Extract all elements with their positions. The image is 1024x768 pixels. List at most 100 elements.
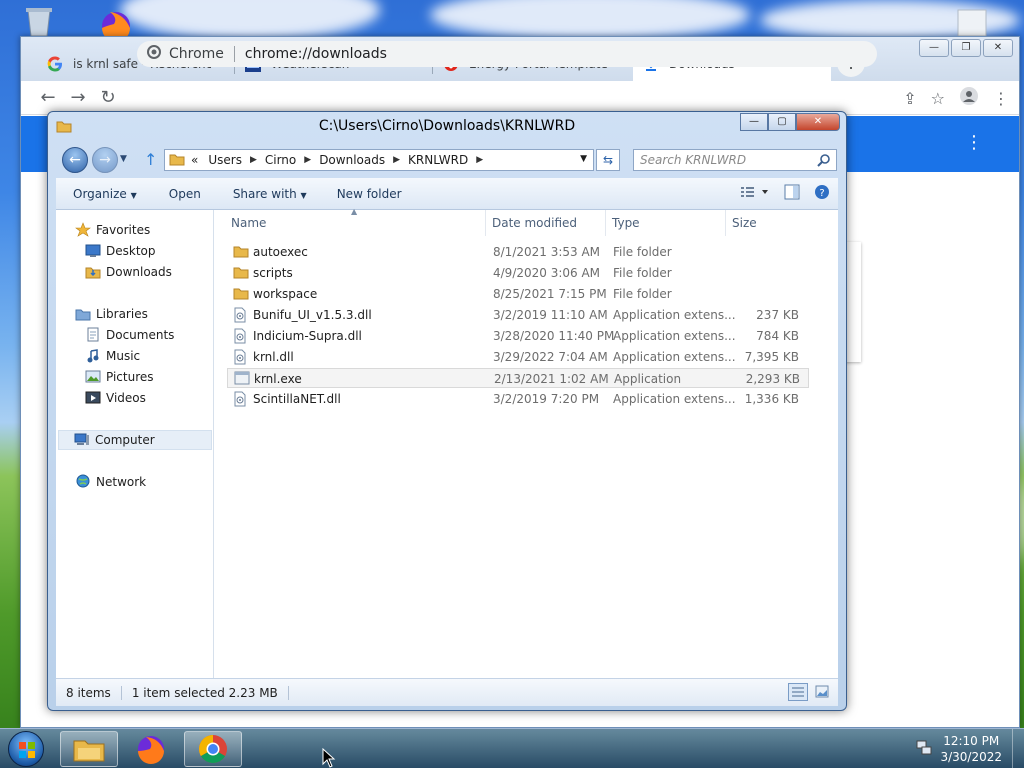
status-view-buttons — [788, 683, 832, 704]
nav-network[interactable]: Network — [74, 472, 146, 492]
taskbar-chrome[interactable] — [184, 731, 242, 767]
column-header-date[interactable]: Date modified — [486, 210, 606, 236]
taskbar-explorer[interactable] — [60, 731, 118, 767]
nav-downloads[interactable]: Downloads — [84, 262, 172, 282]
breadcrumb-downloads[interactable]: Downloads — [319, 153, 385, 167]
address-bar[interactable]: Chrome chrome://downloads — [137, 41, 877, 67]
nav-pictures[interactable]: Pictures — [84, 367, 154, 387]
breadcrumb-cirno[interactable]: Cirno — [265, 153, 296, 167]
forward-button[interactable]: → — [92, 147, 118, 173]
search-input[interactable] — [634, 150, 814, 170]
nav-computer[interactable]: Computer — [58, 430, 212, 450]
nav-favorites[interactable]: Favorites — [74, 220, 150, 240]
file-row[interactable]: krnl.exe 2/13/2021 1:02 AM Application 2,29… — [227, 368, 809, 388]
network-icon — [74, 474, 92, 490]
network-tray-icon[interactable] — [916, 739, 932, 758]
search-box[interactable] — [633, 149, 837, 171]
maximize-button[interactable]: ❐ — [951, 39, 981, 57]
omnibox-url[interactable]: chrome://downloads — [245, 46, 387, 62]
file-row[interactable]: Bunifu_UI_v1.5.3.dll 3/2/2019 11:10 AM App… — [227, 305, 809, 325]
close-button[interactable]: ✕ — [796, 113, 840, 131]
up-arrow-icon[interactable]: ↑ — [144, 150, 157, 169]
chevron-down-icon: ▼ — [300, 190, 307, 200]
system-clock[interactable]: 12:10 PM 3/30/2022 — [940, 733, 1002, 765]
breadcrumb-krnlwrd[interactable]: KRNLWRD — [408, 153, 468, 167]
large-icons-view-icon[interactable] — [812, 683, 832, 704]
refresh-button[interactable]: ⇆ — [596, 149, 620, 171]
details-view-icon[interactable] — [788, 683, 808, 704]
command-bar: Organize ▼ Open Share with ▼ New folder … — [56, 178, 838, 210]
close-button[interactable]: ✕ — [983, 39, 1013, 57]
minimize-button[interactable]: — — [740, 113, 768, 131]
file-name: scripts — [253, 266, 293, 280]
address-dropdown-icon[interactable]: ▼ — [580, 154, 587, 164]
breadcrumb-chevron-icon[interactable]: ▶ — [476, 155, 483, 165]
back-arrow-icon[interactable]: ← — [33, 87, 63, 108]
file-type: Application extens... — [613, 392, 736, 406]
help-icon[interactable]: ? — [814, 184, 830, 203]
file-type: File folder — [613, 287, 672, 301]
breadcrumb-chevron-icon[interactable]: ▶ — [393, 155, 400, 165]
folder-icon — [233, 244, 249, 261]
column-header-type[interactable]: Type — [606, 210, 726, 236]
change-view-icon[interactable] — [740, 185, 770, 202]
new-folder-button[interactable]: New folder — [327, 187, 412, 201]
breadcrumb-chevron-icon[interactable]: ▶ — [304, 155, 311, 165]
explorer-address-bar[interactable]: « Users ▶ Cirno ▶ Downloads ▶ KRNLWRD ▶ … — [164, 149, 594, 171]
nav-desktop[interactable]: Desktop — [84, 241, 156, 261]
nav-music[interactable]: Music — [84, 346, 140, 366]
file-type: Application extens... — [613, 308, 736, 322]
breadcrumb-users[interactable]: Users — [208, 153, 242, 167]
show-desktop-button[interactable] — [1012, 729, 1024, 768]
chrome-menu-icon[interactable]: ⋮ — [993, 89, 1009, 108]
nav-label: Favorites — [96, 223, 151, 237]
file-row[interactable]: scripts 4/9/2020 3:06 AM File folder — [227, 263, 809, 283]
file-row[interactable]: krnl.dll 3/29/2022 7:04 AM Application ext… — [227, 347, 809, 367]
window-title: C:\Users\Cirno\Downloads\KRNLWRD — [318, 118, 576, 134]
item-count: 8 items — [56, 685, 122, 700]
start-button[interactable] — [8, 731, 44, 767]
recent-pages-chevron-icon[interactable]: ▼ — [120, 154, 127, 164]
open-button[interactable]: Open — [159, 187, 211, 201]
share-with-label: Share with — [232, 186, 297, 201]
recycle-bin-icon[interactable] — [22, 6, 56, 39]
file-row[interactable]: ScintillaNET.dll 3/2/2019 7:20 PM Applicat… — [227, 389, 809, 409]
chrome-toolbar: ← → ↻ — [21, 81, 1019, 115]
pictures-icon — [84, 370, 102, 384]
file-name: Indicium-Supra.dll — [253, 329, 362, 343]
breadcrumb-overflow[interactable]: « — [191, 153, 198, 167]
preview-pane-icon[interactable] — [784, 184, 800, 203]
share-icon[interactable]: ⇪ — [903, 89, 916, 108]
minimize-button[interactable]: — — [919, 39, 949, 57]
bookmark-star-icon[interactable]: ☆ — [931, 89, 945, 108]
file-size: 1,336 KB — [744, 392, 799, 406]
downloads-menu-icon[interactable]: ⋮ — [965, 132, 983, 153]
chrome-toolbar-actions: ⇪ ☆ ⋮ — [903, 81, 1009, 115]
nav-libraries[interactable]: Libraries — [74, 304, 148, 324]
back-button[interactable]: ← — [62, 147, 88, 173]
omnibox-divider — [233, 46, 235, 62]
nav-videos[interactable]: Videos — [84, 388, 146, 408]
firefox-icon — [138, 736, 164, 764]
desktop-file-icon[interactable] — [952, 8, 992, 39]
file-row[interactable]: workspace 8/25/2021 7:15 PM File folder — [227, 284, 809, 304]
column-header-size[interactable]: Size — [726, 210, 806, 236]
maximize-button[interactable]: ▢ — [768, 113, 796, 131]
breadcrumb-chevron-icon[interactable]: ▶ — [250, 155, 257, 165]
profile-avatar-icon[interactable] — [959, 86, 979, 110]
file-size: 784 KB — [756, 329, 799, 343]
file-row[interactable]: Indicium-Supra.dll 3/28/2020 11:40 PM Appl… — [227, 326, 809, 346]
organize-button[interactable]: Organize ▼ — [56, 187, 147, 201]
nav-label: Music — [106, 349, 141, 363]
star-icon — [74, 222, 92, 238]
share-with-button[interactable]: Share with ▼ — [223, 187, 317, 201]
taskbar-firefox[interactable] — [122, 731, 180, 767]
reload-icon[interactable]: ↻ — [93, 87, 123, 108]
file-row[interactable]: autoexec 8/1/2021 3:53 AM File folder — [227, 242, 809, 262]
dll-file-icon — [233, 391, 247, 410]
forward-arrow-icon[interactable]: → — [63, 87, 93, 108]
column-header-name[interactable]: Name — [215, 210, 486, 236]
nav-documents[interactable]: Documents — [84, 325, 174, 345]
search-icon[interactable] — [817, 153, 831, 170]
file-date: 3/2/2019 7:20 PM — [493, 392, 600, 406]
